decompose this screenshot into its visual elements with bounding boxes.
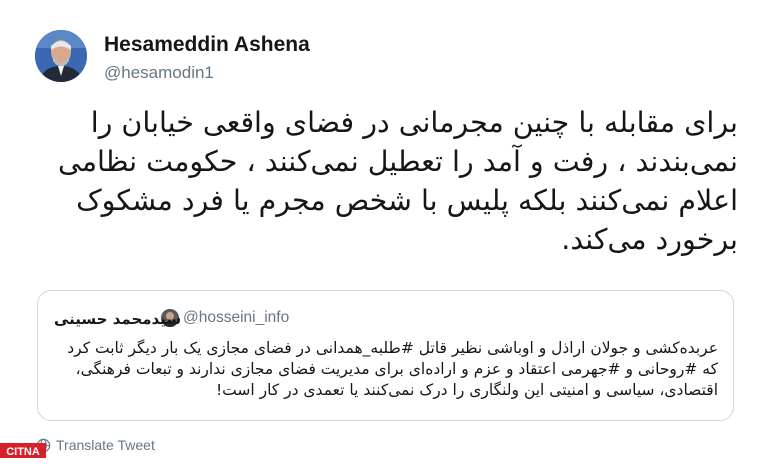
translate-tweet-button[interactable]: Translate Tweet [36, 437, 155, 453]
quoted-author-handle: @hosseini_info [183, 309, 290, 326]
svg-text:CITNA: CITNA [6, 446, 40, 458]
author-avatar[interactable] [35, 30, 87, 82]
author-avatar-photo [35, 30, 87, 82]
citna-watermark-logo: CITNA [0, 437, 46, 461]
author-name[interactable]: Hesameddin Ashena [104, 33, 310, 57]
author-handle[interactable]: @hesamodin1 [104, 63, 214, 83]
quoted-tweet-text: عربده‌کشی و جولان اراذل و اوباشی نظیر قا… [67, 339, 718, 399]
quoted-tweet-card[interactable]: @hosseini_info سیدمحمد حسینی عربده‌کشی و… [37, 290, 734, 421]
translate-tweet-label: Translate Tweet [56, 437, 155, 453]
tweet-text: برای مقابله با چنین مجرمانی در فضای واقع… [58, 106, 738, 256]
quoted-author-name: سیدمحمد حسینی [54, 310, 182, 328]
